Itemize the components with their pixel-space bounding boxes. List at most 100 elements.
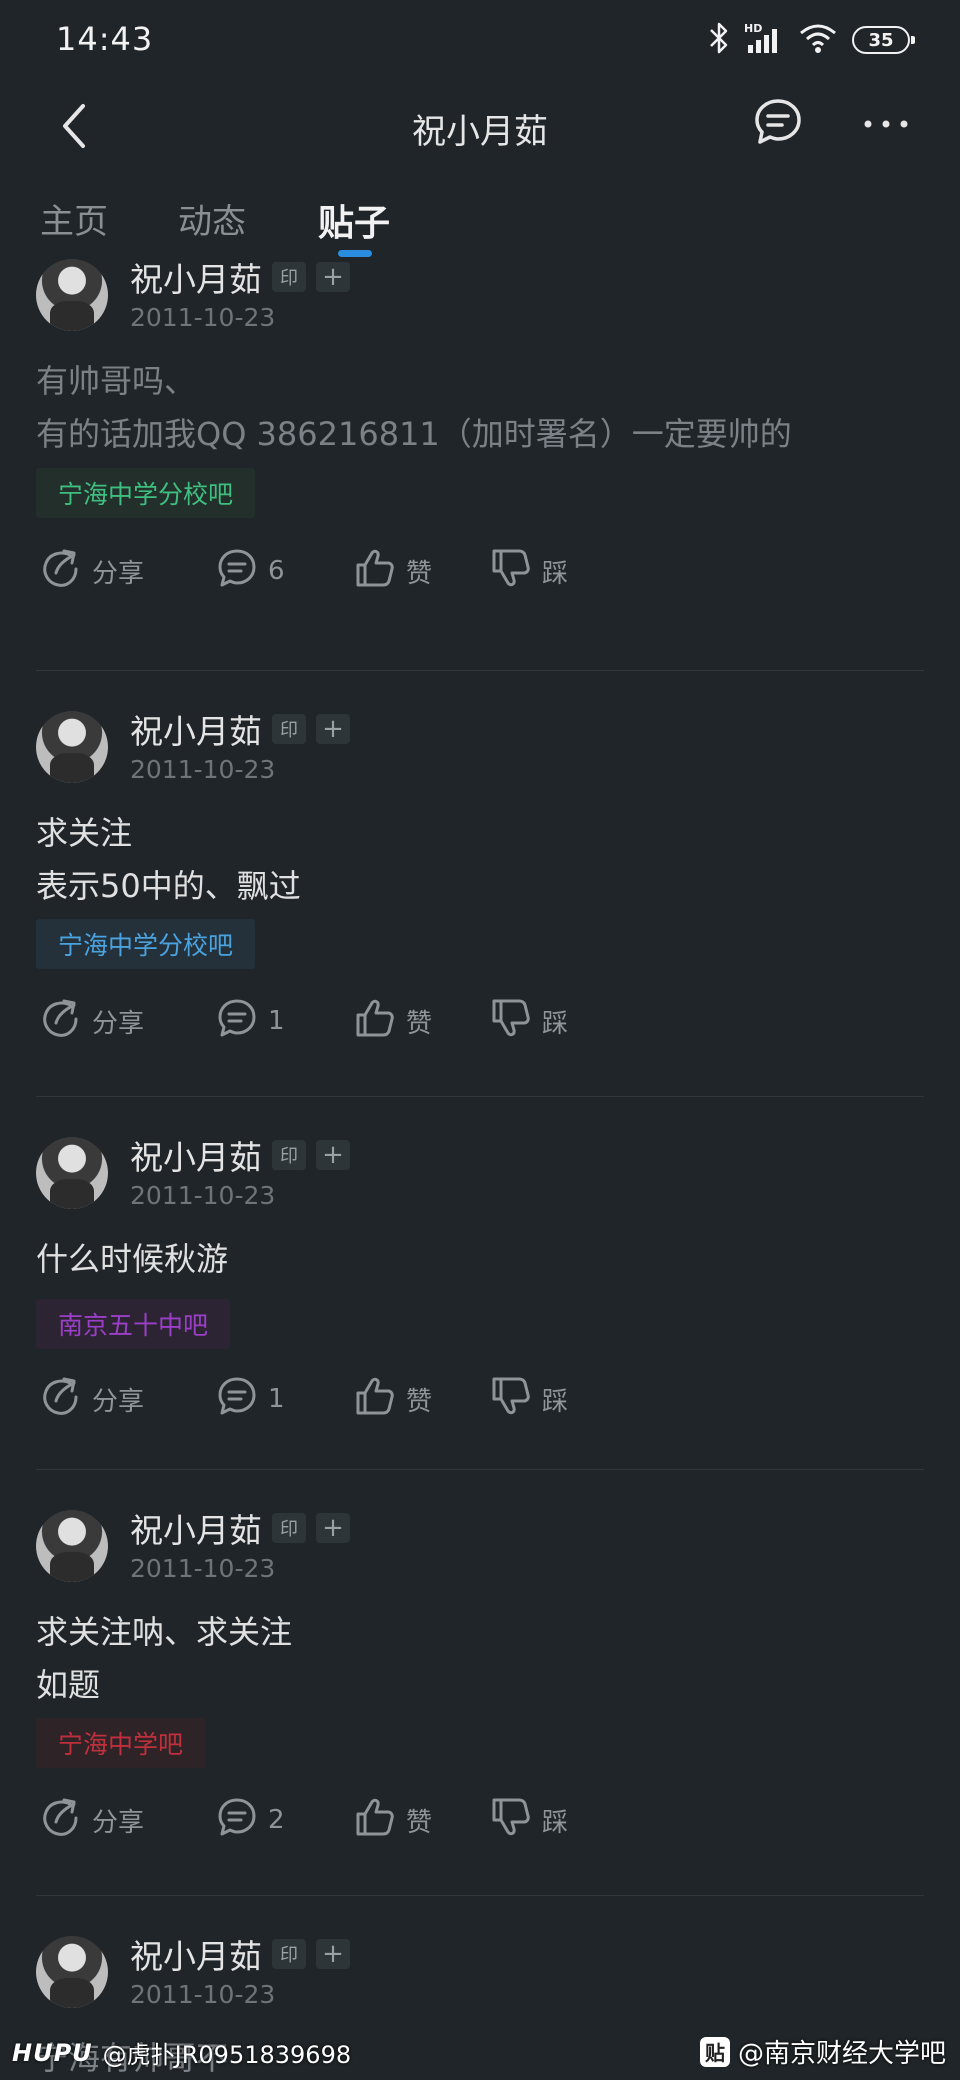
avatar[interactable] [36, 1137, 108, 1209]
post-date: 2011-10-23 [130, 1554, 276, 1583]
hupu-user-text: @虎扑JR0951839698 [102, 2041, 352, 2069]
like-button[interactable]: 赞 [354, 541, 432, 601]
follow-plus-button[interactable]: + [316, 714, 350, 744]
share-icon [40, 997, 82, 1046]
hupu-logo: HUPU [12, 2038, 93, 2067]
level-badge: 印 [272, 1140, 306, 1170]
comment-count: 1 [268, 1384, 285, 1414]
tieba-watermark: 贴 @南京财经大学吧 [699, 2033, 946, 2070]
comment-count: 2 [268, 1805, 285, 1835]
forum-tag[interactable]: 宁海中学吧 [36, 1718, 206, 1768]
message-button[interactable] [748, 94, 808, 154]
post-actions: 分享 1 赞 踩 [36, 991, 924, 1051]
post-list: 祝小月茹 印 + 2011-10-23 有帅哥吗、 有的话加我QQ 386216… [0, 245, 960, 2080]
avatar[interactable] [36, 1510, 108, 1582]
avatar[interactable] [36, 711, 108, 783]
page-title: 祝小月茹 [412, 112, 548, 152]
share-button[interactable]: 分享 [40, 1369, 144, 1429]
share-label: 分享 [92, 1807, 145, 1838]
post-item[interactable]: 祝小月茹 印 + 2011-10-23 有帅哥吗、 有的话加我QQ 386216… [0, 245, 960, 671]
comment-count: 1 [268, 1006, 285, 1036]
like-label: 赞 [406, 558, 433, 589]
like-button[interactable]: 赞 [354, 1790, 432, 1850]
comment-button[interactable]: 1 [216, 1369, 285, 1429]
svg-text:HD: HD [744, 22, 762, 35]
share-icon [40, 547, 82, 596]
more-options-button[interactable] [856, 94, 916, 154]
author-name[interactable]: 祝小月茹 [130, 1504, 262, 1552]
post-item[interactable]: 祝小月茹 印 + 2011-10-23 求关注 表示50中的、飘过 宁海中学分校… [0, 671, 960, 1097]
bluetooth-icon [708, 21, 730, 59]
post-content[interactable]: 求关注呐、求关注 如题 [36, 1606, 924, 1712]
tab-posts[interactable]: 贴子 [318, 194, 390, 246]
post-content[interactable]: 什么时候秋游 [36, 1233, 924, 1286]
tab-home[interactable]: 主页 [40, 194, 108, 243]
post-date: 2011-10-23 [130, 755, 276, 784]
tieba-forum-text: @南京财经大学吧 [737, 2039, 946, 2069]
tab-activity[interactable]: 动态 [178, 194, 246, 243]
header-bar: 祝小月茹 [0, 80, 960, 180]
comment-button[interactable]: 6 [216, 541, 285, 601]
post-item[interactable]: 祝小月茹 印 + 2011-10-23 什么时候秋游 南京五十中吧 分享 1 赞 [0, 1097, 960, 1470]
follow-plus-button[interactable]: + [316, 1939, 350, 1969]
thumbs-up-icon [354, 997, 396, 1046]
like-button[interactable]: 赞 [354, 1369, 432, 1429]
thumbs-up-icon [354, 1375, 396, 1424]
post-item[interactable]: 祝小月茹 印 + 2011-10-23 求关注呐、求关注 如题 宁海中学吧 分享… [0, 1470, 960, 1896]
post-date: 2011-10-23 [130, 1980, 276, 2009]
share-icon [40, 1375, 82, 1424]
post-date: 2011-10-23 [130, 303, 276, 332]
post-content[interactable]: 有帅哥吗、 有的话加我QQ 386216811（加时署名）一定要帅的 [36, 355, 924, 461]
forum-tag[interactable]: 宁海中学分校吧 [36, 468, 256, 518]
like-label: 赞 [406, 1008, 433, 1039]
thumbs-down-icon [490, 1375, 532, 1424]
dislike-label: 踩 [542, 1807, 569, 1838]
status-icons: HD 35 [708, 20, 915, 60]
author-name[interactable]: 祝小月茹 [130, 1930, 262, 1978]
watermark-bar: HUPU @虎扑JR0951839698 贴 @南京财经大学吧 [0, 2030, 960, 2080]
forum-tag[interactable]: 宁海中学分校吧 [36, 919, 256, 969]
author-name[interactable]: 祝小月茹 [130, 1131, 262, 1179]
share-label: 分享 [92, 1386, 145, 1417]
thumbs-up-icon [354, 547, 396, 596]
post-actions: 分享 6 赞 踩 [36, 541, 924, 601]
comment-icon [216, 1375, 258, 1424]
author-row: 祝小月茹 印 + [130, 1504, 350, 1552]
dislike-button[interactable]: 踩 [490, 1790, 568, 1850]
avatar[interactable] [36, 1936, 108, 2008]
post-actions: 分享 1 赞 踩 [36, 1369, 924, 1429]
share-icon [40, 1796, 82, 1845]
dislike-button[interactable]: 踩 [490, 541, 568, 601]
comment-button[interactable]: 1 [216, 991, 285, 1051]
author-row: 祝小月茹 印 + [130, 253, 350, 301]
like-label: 赞 [406, 1807, 433, 1838]
author-name[interactable]: 祝小月茹 [130, 253, 262, 301]
hupu-watermark: HUPU @虎扑JR0951839698 [12, 2035, 351, 2070]
author-name[interactable]: 祝小月茹 [130, 705, 262, 753]
follow-plus-button[interactable]: + [316, 262, 350, 292]
avatar[interactable] [36, 259, 108, 331]
dislike-button[interactable]: 踩 [490, 991, 568, 1051]
forum-tag[interactable]: 南京五十中吧 [36, 1299, 231, 1349]
share-button[interactable]: 分享 [40, 541, 144, 601]
comment-icon [216, 547, 258, 596]
post-content[interactable]: 求关注 表示50中的、飘过 [36, 807, 924, 913]
level-badge: 印 [272, 262, 306, 292]
share-label: 分享 [92, 1008, 145, 1039]
more-dots-icon [863, 115, 909, 134]
thumbs-down-icon [490, 997, 532, 1046]
follow-plus-button[interactable]: + [316, 1140, 350, 1170]
like-label: 赞 [406, 1386, 433, 1417]
like-button[interactable]: 赞 [354, 991, 432, 1051]
battery-icon: 35 [852, 26, 915, 54]
comment-icon [216, 1796, 258, 1845]
dislike-button[interactable]: 踩 [490, 1369, 568, 1429]
author-row: 祝小月茹 印 + [130, 705, 350, 753]
follow-plus-button[interactable]: + [316, 1513, 350, 1543]
comment-count: 6 [268, 556, 285, 586]
dislike-label: 踩 [542, 1386, 569, 1417]
comment-button[interactable]: 2 [216, 1790, 285, 1850]
share-button[interactable]: 分享 [40, 1790, 144, 1850]
share-button[interactable]: 分享 [40, 991, 144, 1051]
post-date: 2011-10-23 [130, 1181, 276, 1210]
